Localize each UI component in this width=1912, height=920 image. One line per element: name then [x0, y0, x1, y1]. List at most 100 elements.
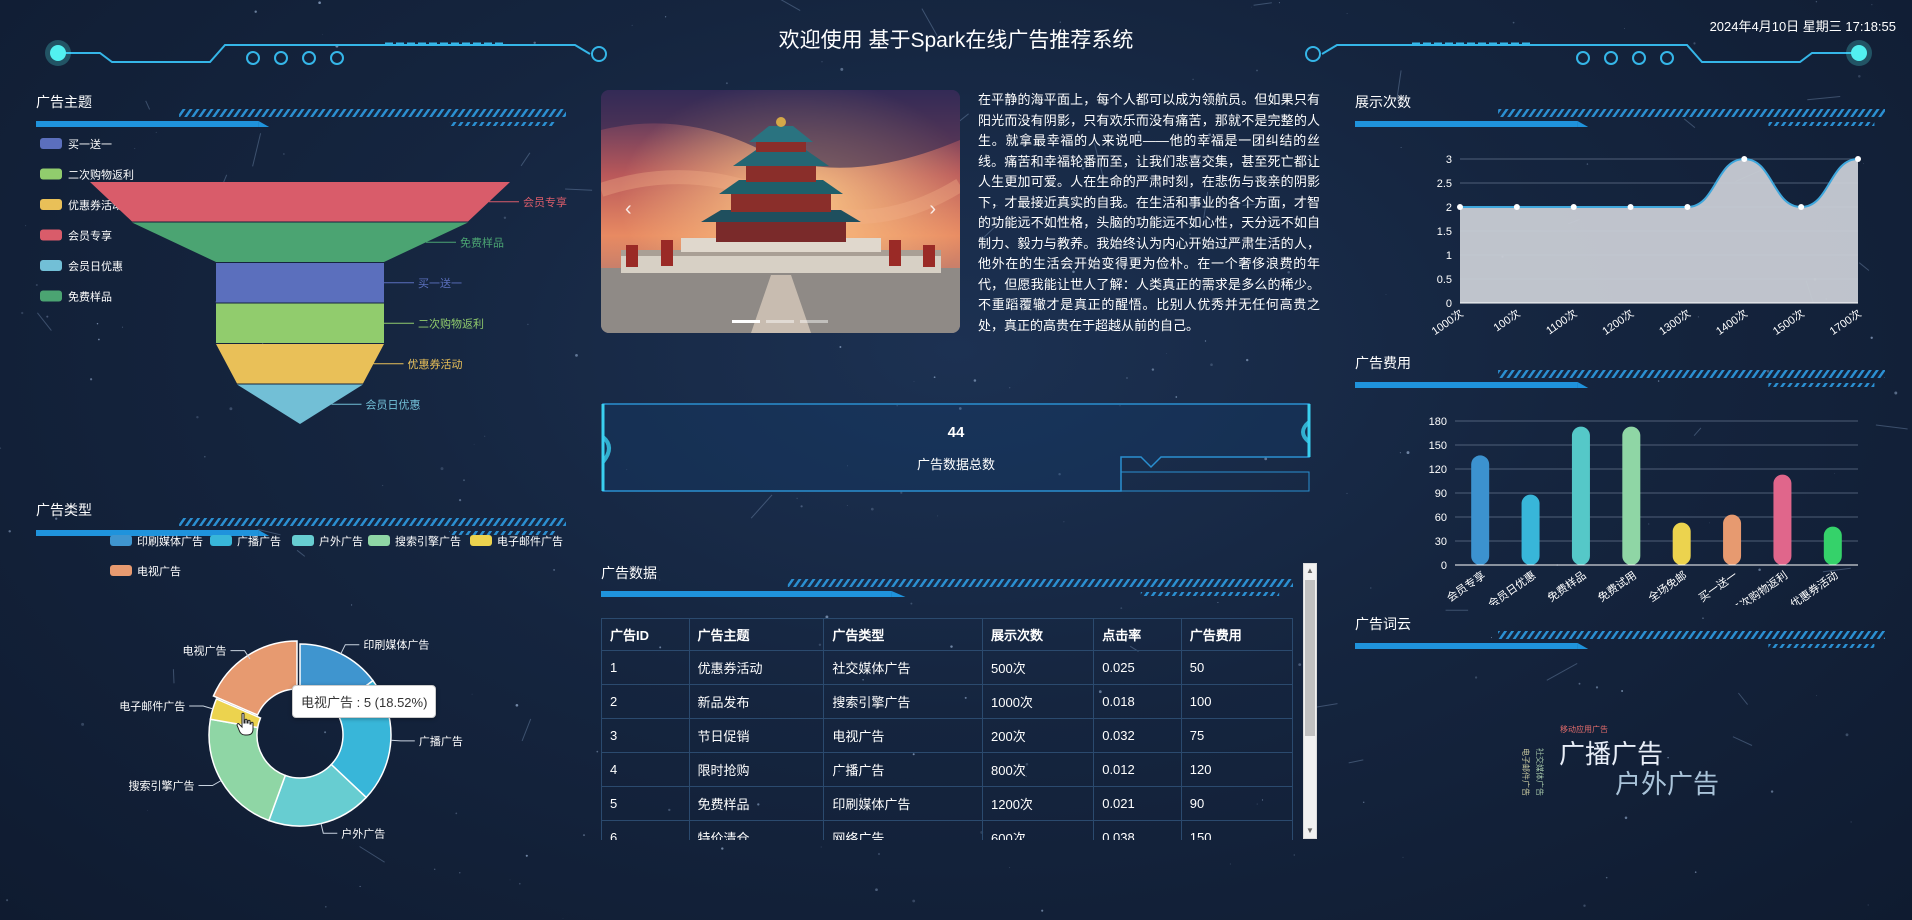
bar[interactable]: [1823, 526, 1842, 565]
funnel-segment[interactable]: [90, 182, 510, 222]
particle: [1346, 492, 1348, 494]
x-tick-label: 免费样品: [1545, 568, 1589, 605]
y-tick-label: 0: [1446, 298, 1452, 310]
particle: [381, 484, 384, 487]
funnel-segment[interactable]: [216, 344, 384, 384]
funnel-segment[interactable]: [216, 303, 384, 344]
stat-value: 44: [947, 424, 965, 441]
col-header-impressions[interactable]: 展示次数: [982, 618, 1095, 651]
table-cell: 1200次: [982, 786, 1095, 821]
table-cell: 1000次: [982, 684, 1095, 719]
carousel-dot-1[interactable]: [732, 320, 760, 323]
table-cell: 200次: [982, 718, 1095, 753]
particle: [910, 602, 913, 605]
particle: [1293, 854, 1295, 856]
data-point[interactable]: [1855, 156, 1861, 162]
table-cell: 50: [1180, 650, 1293, 685]
table-row[interactable]: 5 免费样品 印刷媒体广告 1200次 0.021 90: [601, 786, 1293, 821]
word-cloud-word[interactable]: 电子邮件广告: [1520, 748, 1531, 796]
cost-bar-chart[interactable]: 0 30 60 90 120 150 180 会员专享会员日优惠 免费样品 免费试用 全场免邮 买一送…: [1355, 405, 1875, 605]
data-point[interactable]: [1570, 204, 1577, 210]
image-carousel[interactable]: ‹ ›: [601, 90, 960, 333]
y-tick-label: 3: [1446, 154, 1452, 166]
particle: [596, 750, 599, 753]
legend-swatch: [40, 260, 62, 271]
bar[interactable]: [1723, 514, 1742, 565]
table-scrollbar[interactable]: ▲ ▼: [1303, 563, 1317, 839]
col-header-ad-type[interactable]: 广告类型: [823, 618, 984, 651]
impressions-area-chart[interactable]: 0 0.5 1 1.5 2 2.5 3 1000次 100次 1100次 1200次 1300次 140…: [1355, 140, 1875, 340]
scroll-thumb[interactable]: [1305, 580, 1315, 736]
table-cell: 电视广告: [823, 718, 984, 753]
particle: [1246, 358, 1249, 362]
bar[interactable]: [1622, 426, 1641, 565]
particle: [1766, 370, 1770, 373]
table-cell: 800次: [982, 752, 1095, 787]
legend-label: 广播广告: [237, 535, 281, 548]
word-cloud: 移动应用广告 广播广告 户外广告 电子邮件广告 社交媒体广告: [1355, 660, 1875, 860]
data-point[interactable]: [1684, 204, 1691, 210]
carousel-prev-button[interactable]: ‹: [625, 198, 632, 221]
col-header-ad-id[interactable]: 广告ID: [601, 618, 690, 651]
particle: [359, 885, 361, 887]
pie-label: 户外广告: [341, 826, 385, 840]
particle: [1894, 391, 1898, 395]
table-cell: 100: [1180, 684, 1293, 719]
carousel-next-button[interactable]: ›: [929, 198, 936, 221]
data-point[interactable]: [1741, 156, 1748, 162]
bar[interactable]: [1571, 426, 1590, 565]
funnel-segment[interactable]: [216, 263, 384, 303]
bar[interactable]: [1521, 494, 1540, 565]
table-cell: 0.012: [1093, 752, 1182, 787]
data-point[interactable]: [1627, 204, 1634, 210]
table-row[interactable]: 6 特价清仓 网络广告 600次 0.038 150: [601, 820, 1293, 840]
pie-label-line: [320, 823, 338, 834]
col-header-cost[interactable]: 广告费用: [1180, 618, 1293, 651]
funnel-segment[interactable]: [132, 222, 468, 263]
table-cell: 搜索引擎广告: [823, 684, 984, 719]
table-row[interactable]: 1 优惠券活动 社交媒体广告 500次 0.025 50: [601, 650, 1293, 685]
y-tick-label: 1: [1446, 250, 1452, 262]
col-header-ad-theme[interactable]: 广告主题: [688, 618, 825, 651]
col-header-ctr[interactable]: 点击率: [1093, 618, 1182, 651]
particle: [1229, 863, 1231, 865]
particle: [1126, 377, 1128, 379]
y-tick-label: 0: [1441, 560, 1447, 572]
carousel-indicators: [732, 320, 828, 323]
panel-title-word-cloud: 广告词云: [1355, 616, 1411, 632]
x-tick-label: 1000次: [1429, 306, 1466, 338]
particle-line: [750, 494, 773, 519]
triangle-down-icon[interactable]: ▼: [1304, 824, 1316, 838]
triangle-up-icon[interactable]: ▲: [1304, 564, 1316, 578]
bar[interactable]: [1672, 522, 1691, 565]
particle-line: [1683, 118, 1696, 128]
carousel-dot-2[interactable]: [766, 320, 794, 323]
bar[interactable]: [1773, 474, 1792, 565]
carousel-dot-3[interactable]: [800, 320, 828, 323]
data-point[interactable]: [1457, 204, 1463, 210]
particle: [877, 852, 881, 856]
particle: [870, 507, 874, 511]
legend-label: 会员日优惠: [68, 259, 123, 273]
table-cell: 0.025: [1093, 650, 1182, 685]
panel-title-ad-theme: 广告主题: [36, 94, 92, 110]
pie-label-line: [340, 644, 360, 654]
table-row[interactable]: 2 新品发布 搜索引擎广告 1000次 0.018 100: [601, 684, 1293, 719]
bar[interactable]: [1471, 455, 1490, 565]
x-tick-label: 1200次: [1599, 306, 1636, 338]
data-point[interactable]: [1798, 204, 1805, 210]
funnel-chart[interactable]: 买一送一二次购物返利优惠券活动会员专享会员日优惠免费样品会员专享免费样品买一送一…: [30, 130, 570, 440]
word-cloud-word[interactable]: 户外广告: [1615, 764, 1719, 801]
word-cloud-word[interactable]: 社交媒体广告: [1534, 748, 1545, 796]
panel-title-impressions: 展示次数: [1355, 94, 1411, 110]
table-row[interactable]: 4 限时抢购 广播广告 800次 0.012 120: [601, 752, 1293, 787]
y-tick-label: 60: [1435, 512, 1447, 524]
table-row[interactable]: 3 节日促销 电视广告 200次 0.032 75: [601, 718, 1293, 753]
y-tick-label: 120: [1429, 464, 1447, 476]
table-cell: 广播广告: [823, 752, 984, 787]
particle: [1657, 380, 1660, 382]
data-point[interactable]: [1513, 204, 1520, 210]
particle: [796, 497, 798, 499]
particle: [518, 882, 521, 885]
x-tick-label: 会员专享: [1444, 568, 1488, 605]
